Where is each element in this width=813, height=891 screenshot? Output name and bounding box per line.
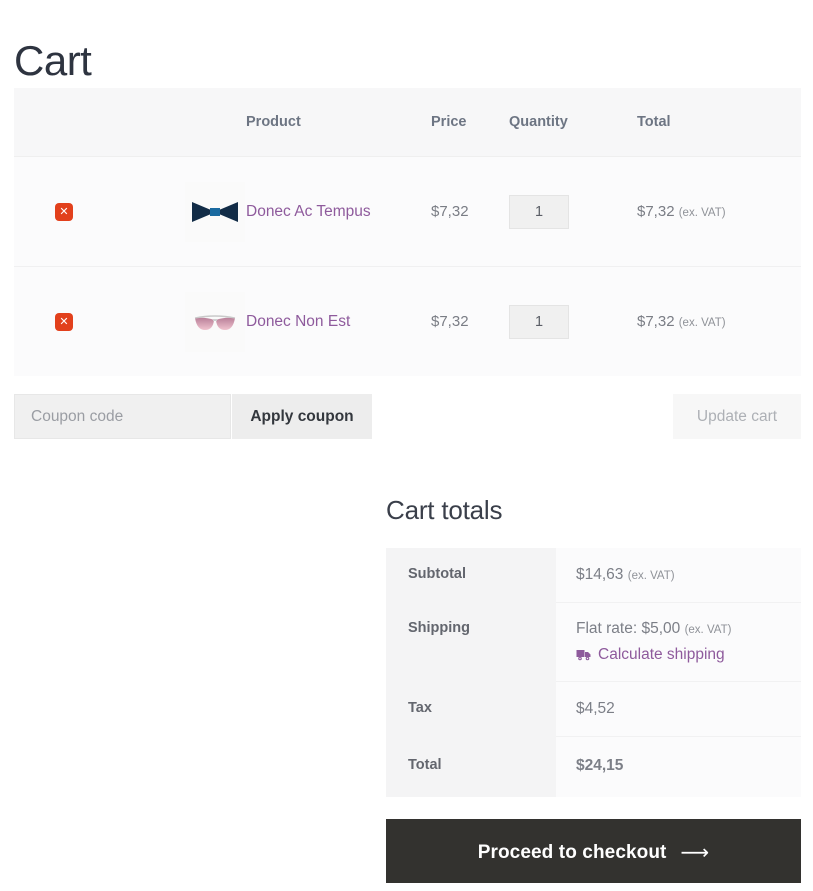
quantity-input[interactable] — [509, 304, 569, 339]
arrow-right-icon: ⟶ — [680, 839, 710, 864]
subtotal-tax-note: (ex. VAT) — [627, 570, 675, 583]
sunglasses-thumbnail[interactable] — [185, 291, 245, 352]
line-total-tax-note: (ex. VAT) — [678, 207, 726, 219]
product-name-cell: Donec Non Est — [246, 266, 431, 376]
shipping-cell: Flat rate: $5,00 (ex. VAT) Calculate shi… — [556, 602, 801, 683]
totals-row-total: Total $24,15 — [386, 736, 801, 798]
total-value: $24,15 — [556, 736, 801, 798]
bow-tie-thumbnail[interactable] — [185, 181, 245, 242]
line-total-cell: $7,32 (ex. VAT) — [637, 156, 801, 267]
remove-item-button[interactable]: ✕ — [55, 202, 73, 221]
remove-cell: ✕ — [14, 156, 114, 267]
coupon-code-input[interactable] — [14, 394, 231, 439]
apply-coupon-button[interactable]: Apply coupon — [232, 394, 372, 439]
column-header-thumbnail — [114, 88, 246, 157]
thumbnail-cell — [114, 266, 246, 376]
subtotal-cell: $14,63 (ex. VAT) — [556, 548, 801, 604]
quantity-cell — [509, 156, 637, 267]
thumbnail-cell — [114, 156, 246, 267]
checkout-label: Proceed to checkout — [477, 841, 667, 863]
shipping-label: Shipping — [386, 602, 556, 682]
shipping-value: Flat rate: $5,00 — [576, 620, 681, 638]
product-link[interactable]: Donec Non Est — [246, 313, 350, 330]
subtotal-label: Subtotal — [386, 548, 556, 603]
page-title: Cart — [14, 37, 92, 85]
totals-row-subtotal: Subtotal $14,63 (ex. VAT) — [386, 548, 801, 604]
cart-totals-section: Cart totals Subtotal $14,63 (ex. VAT) Sh… — [386, 495, 801, 798]
tax-value: $4,52 — [556, 681, 801, 738]
cart-totals-title: Cart totals — [386, 495, 503, 525]
table-row: ✕ Donec Ac Tempus $7,32 1 $7,32 (ex. VAT… — [14, 156, 801, 267]
calculate-shipping-link[interactable]: Calculate shipping — [598, 646, 725, 664]
totals-row-shipping: Shipping Flat rate: $5,00 (ex. VAT) Calc… — [386, 602, 801, 683]
quantity-cell — [509, 266, 637, 376]
product-price: $7,32 — [431, 156, 509, 267]
column-header-price: Price — [431, 88, 509, 157]
shipping-rate-line: Flat rate: $5,00 (ex. VAT) — [576, 620, 801, 638]
column-header-quantity: Quantity — [509, 88, 637, 157]
line-total-value: $7,32 — [637, 313, 675, 330]
cart-totals-table: Subtotal $14,63 (ex. VAT) Shipping Flat … — [386, 548, 801, 798]
line-total-cell: $7,32 (ex. VAT) — [637, 266, 801, 376]
product-link[interactable]: Donec Ac Tempus — [246, 203, 371, 220]
table-row: ✕ Donec Non Est $7,32 1 $7,32 (ex. VAT) — [14, 266, 801, 376]
totals-row-tax: Tax $4,52 — [386, 681, 801, 738]
line-total-tax-note: (ex. VAT) — [678, 317, 726, 329]
calculate-shipping-row: Calculate shipping — [576, 646, 801, 664]
product-price: $7,32 — [431, 266, 509, 376]
total-label: Total — [386, 736, 556, 798]
remove-cell: ✕ — [14, 266, 114, 376]
column-header-product: Product — [246, 88, 431, 157]
delivery-truck-icon — [576, 650, 591, 661]
column-header-remove — [14, 88, 114, 157]
line-total-value: $7,32 — [637, 203, 675, 220]
shipping-tax-note: (ex. VAT) — [684, 624, 732, 637]
update-cart-button[interactable]: Update cart — [673, 394, 801, 439]
close-icon: ✕ — [59, 315, 69, 328]
subtotal-value: $14,63 — [576, 566, 624, 584]
cart-table-header-row: Product Price Quantity Total — [14, 88, 801, 157]
cart-page: Cart Product Price Quantity Total ✕ Done… — [0, 0, 813, 891]
cart-items-table: Product Price Quantity Total ✕ Donec Ac … — [14, 88, 801, 376]
product-name-cell: Donec Ac Tempus — [246, 156, 431, 267]
column-header-total: Total — [637, 88, 801, 157]
close-icon: ✕ — [59, 205, 69, 218]
tax-label: Tax — [386, 681, 556, 737]
proceed-to-checkout-button[interactable]: Proceed to checkout ⟶ — [386, 819, 801, 883]
quantity-input[interactable] — [509, 194, 569, 229]
cart-actions-row: Apply coupon Update cart — [14, 394, 801, 439]
remove-item-button[interactable]: ✕ — [55, 312, 73, 331]
